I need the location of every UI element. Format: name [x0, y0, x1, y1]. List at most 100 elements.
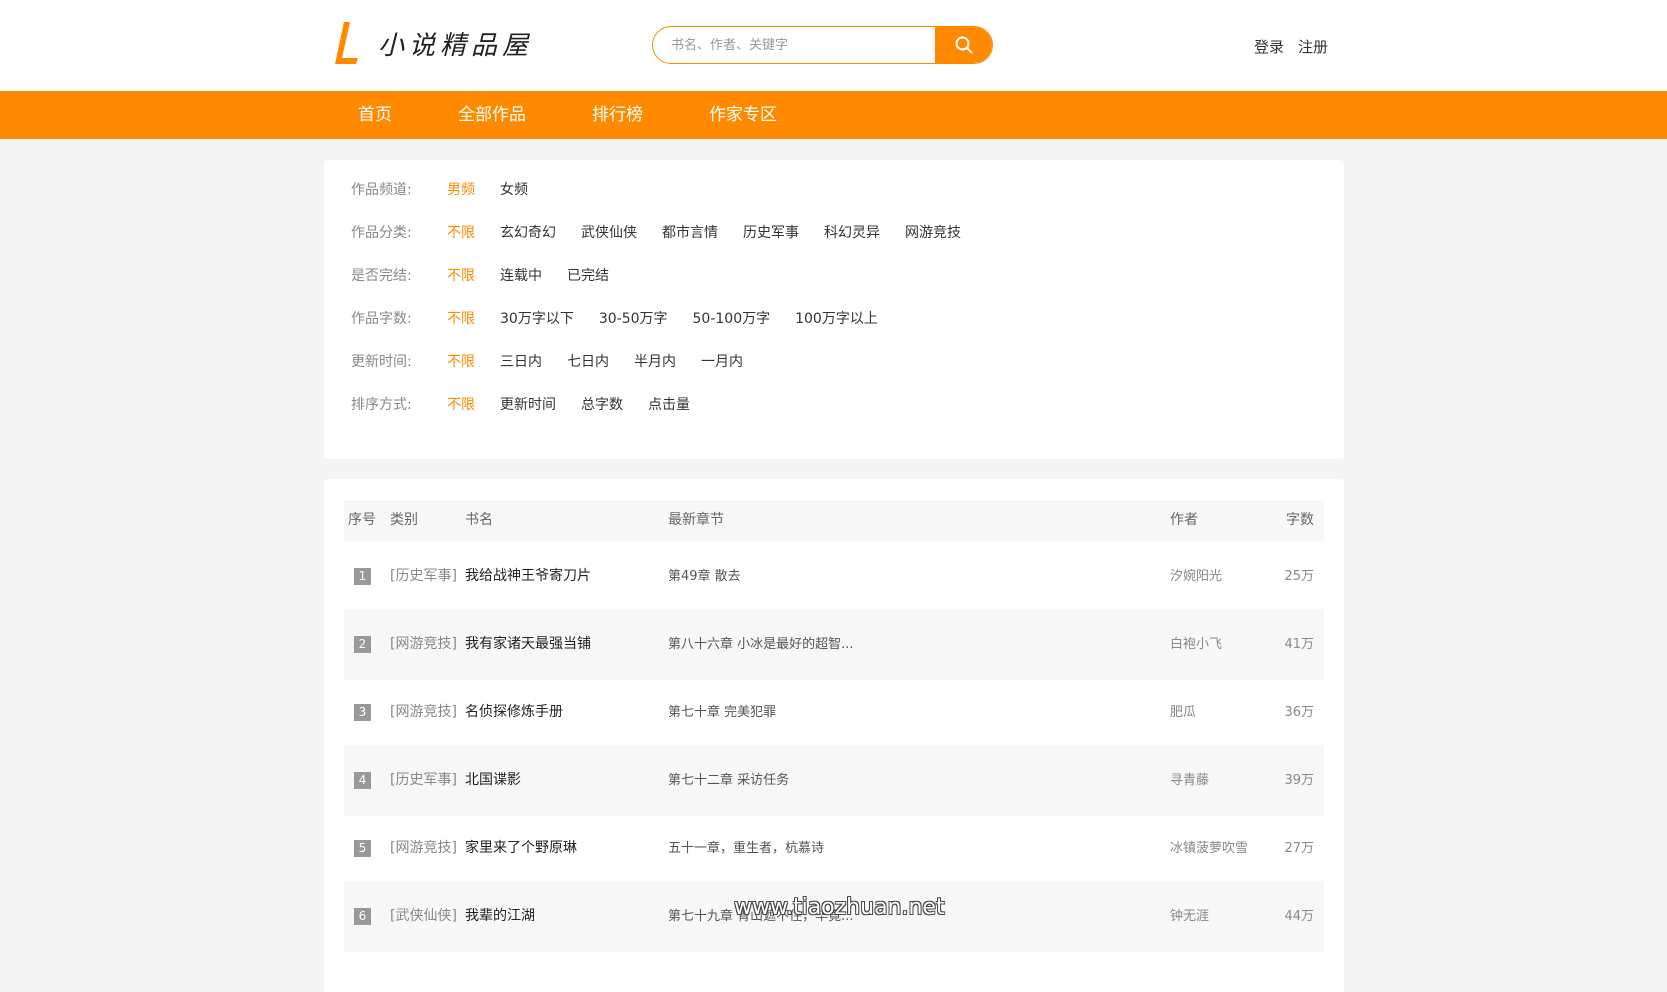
main-nav: 首页 全部作品 排行榜 作家专区 [0, 91, 1667, 139]
filter-row: 作品字数: 不限 30万字以下 30-50万字 50-100万字 100万字以上 [351, 307, 903, 329]
site-logo[interactable]: 小说精品屋 [334, 20, 533, 66]
book-author: 汐婉阳光 [1170, 569, 1223, 584]
filter-label: 是否完结: [351, 268, 412, 284]
table-row: 4 [历史军事] 北国谍影 第七十二章 采访任务 寻青藤 39万 [344, 745, 1324, 816]
rank-badge: 3 [354, 704, 371, 721]
rank-badge: 6 [354, 908, 371, 925]
rank-badge: 1 [354, 568, 371, 585]
nav-rankings[interactable]: 排行榜 [568, 91, 667, 139]
search-button[interactable] [935, 27, 992, 63]
filter-option[interactable]: 不限 [447, 351, 475, 371]
table-row: 2 [网游竞技] 我有家诸天最强当铺 第八十六章 小冰是最好的超智... 白袍小飞 41万 [344, 609, 1324, 680]
col-header-category: 类别 [390, 512, 418, 528]
filter-option[interactable]: 总字数 [581, 394, 623, 414]
latest-chapter-link[interactable]: 第七十章 完美犯罪 [668, 677, 776, 748]
book-category: [网游竞技] [390, 704, 457, 720]
filter-option[interactable]: 100万字以上 [795, 308, 878, 328]
col-header-chapter: 最新章节 [668, 512, 724, 528]
book-author: 钟无涯 [1170, 909, 1210, 924]
book-author: 寻青藤 [1170, 773, 1210, 788]
book-title-link[interactable]: 我给战神王爷寄刀片 [465, 541, 591, 612]
word-count: 27万 [1284, 841, 1314, 856]
latest-chapter-link[interactable]: 第七十二章 采访任务 [668, 745, 789, 816]
filter-option[interactable]: 武侠仙侠 [581, 222, 637, 242]
table-row: 1 [历史军事] 我给战神王爷寄刀片 第49章 散去 汐婉阳光 25万 [344, 541, 1324, 612]
filter-label: 作品字数: [351, 311, 412, 327]
filter-option[interactable]: 科幻灵异 [824, 222, 880, 242]
book-title-link[interactable]: 名侦探修炼手册 [465, 677, 563, 748]
filter-option[interactable]: 女频 [500, 179, 528, 199]
register-link[interactable]: 注册 [1298, 36, 1328, 57]
filter-option[interactable]: 网游竞技 [905, 222, 961, 242]
filter-label: 作品分类: [351, 225, 412, 241]
book-category: [历史军事] [390, 568, 457, 584]
search-icon [955, 36, 972, 54]
filter-option[interactable]: 不限 [447, 308, 475, 328]
filter-option[interactable]: 点击量 [648, 394, 690, 414]
col-header-author: 作者 [1170, 512, 1198, 528]
filter-option[interactable]: 三日内 [500, 351, 542, 371]
word-count: 41万 [1284, 637, 1314, 652]
filter-option[interactable]: 都市言情 [662, 222, 718, 242]
filter-option[interactable]: 30-50万字 [599, 308, 668, 328]
book-author: 冰镇菠萝吹雪 [1170, 841, 1249, 856]
filter-option[interactable]: 一月内 [701, 351, 743, 371]
rank-badge: 2 [354, 636, 371, 653]
filter-label: 更新时间: [351, 354, 412, 370]
rank-badge: 5 [354, 840, 371, 857]
table-header: 序号 类别 书名 最新章节 作者 字数 [344, 500, 1324, 541]
table-row: 5 [网游竞技] 家里来了个野原琳 五十一章，重生者，杭慕诗 冰镇菠萝吹雪 27万 [344, 813, 1324, 884]
book-author: 白袍小飞 [1170, 637, 1223, 652]
book-category: [网游竞技] [390, 840, 457, 856]
nav-home[interactable]: 首页 [334, 91, 416, 139]
filter-option[interactable]: 不限 [447, 265, 475, 285]
auth-links: 登录 注册 [1254, 36, 1328, 57]
filter-option[interactable]: 男频 [447, 179, 475, 199]
filter-row: 作品分类: 不限 玄幻奇幻 武侠仙侠 都市言情 历史军事 科幻灵异 网游竞技 [351, 221, 986, 243]
book-author: 肥瓜 [1170, 705, 1197, 720]
book-category: [网游竞技] [390, 636, 457, 652]
filter-option[interactable]: 玄幻奇幻 [500, 222, 556, 242]
filter-panel: 作品频道: 男频 女频作品分类: 不限 玄幻奇幻 武侠仙侠 都市言情 历史军事 科幻灵异 网游竞技… [324, 160, 1344, 459]
word-count: 36万 [1284, 705, 1314, 720]
word-count: 44万 [1284, 909, 1314, 924]
book-category: [历史军事] [390, 772, 457, 788]
logo-text: 小说精品屋 [378, 30, 534, 61]
rank-badge: 4 [354, 772, 371, 789]
book-category: [武侠仙侠] [390, 908, 457, 924]
filter-row: 排序方式: 不限 更新时间 总字数 点击量 [351, 393, 715, 415]
filter-row: 作品频道: 男频 女频 [351, 178, 553, 200]
filter-option[interactable]: 不限 [447, 394, 475, 414]
book-title-link[interactable]: 我有家诸天最强当铺 [465, 609, 591, 680]
word-count: 25万 [1284, 569, 1314, 584]
search-box [652, 26, 993, 64]
col-header-words: 字数 [1286, 512, 1314, 528]
login-link[interactable]: 登录 [1254, 36, 1284, 57]
col-header-name: 书名 [465, 512, 493, 528]
latest-chapter-link[interactable]: 第49章 散去 [668, 541, 741, 612]
filter-option[interactable]: 已完结 [567, 265, 609, 285]
logo-mark-icon [334, 20, 360, 66]
nav-author-zone[interactable]: 作家专区 [685, 91, 801, 139]
filter-option[interactable]: 不限 [447, 222, 475, 242]
filter-option[interactable]: 连载中 [500, 265, 542, 285]
filter-row: 更新时间: 不限 三日内 七日内 半月内 一月内 [351, 350, 768, 372]
word-count: 39万 [1284, 773, 1314, 788]
nav-all-works[interactable]: 全部作品 [434, 91, 550, 139]
book-title-link[interactable]: 我辈的江湖 [465, 881, 535, 952]
col-header-no: 序号 [348, 512, 376, 528]
filter-option[interactable]: 七日内 [567, 351, 609, 371]
latest-chapter-link[interactable]: 第八十六章 小冰是最好的超智... [668, 609, 854, 680]
filter-option[interactable]: 50-100万字 [693, 308, 771, 328]
book-title-link[interactable]: 北国谍影 [465, 745, 521, 816]
filter-row: 是否完结: 不限 连载中 已完结 [351, 264, 634, 286]
watermark: www.tiaozhuan.net [734, 895, 945, 920]
filter-option[interactable]: 历史军事 [743, 222, 799, 242]
filter-label: 作品频道: [351, 182, 412, 198]
latest-chapter-link[interactable]: 五十一章，重生者，杭慕诗 [668, 813, 824, 884]
book-title-link[interactable]: 家里来了个野原琳 [465, 813, 577, 884]
search-input[interactable] [653, 27, 935, 63]
filter-option[interactable]: 30万字以下 [500, 308, 574, 328]
filter-option[interactable]: 更新时间 [500, 394, 556, 414]
filter-option[interactable]: 半月内 [634, 351, 676, 371]
